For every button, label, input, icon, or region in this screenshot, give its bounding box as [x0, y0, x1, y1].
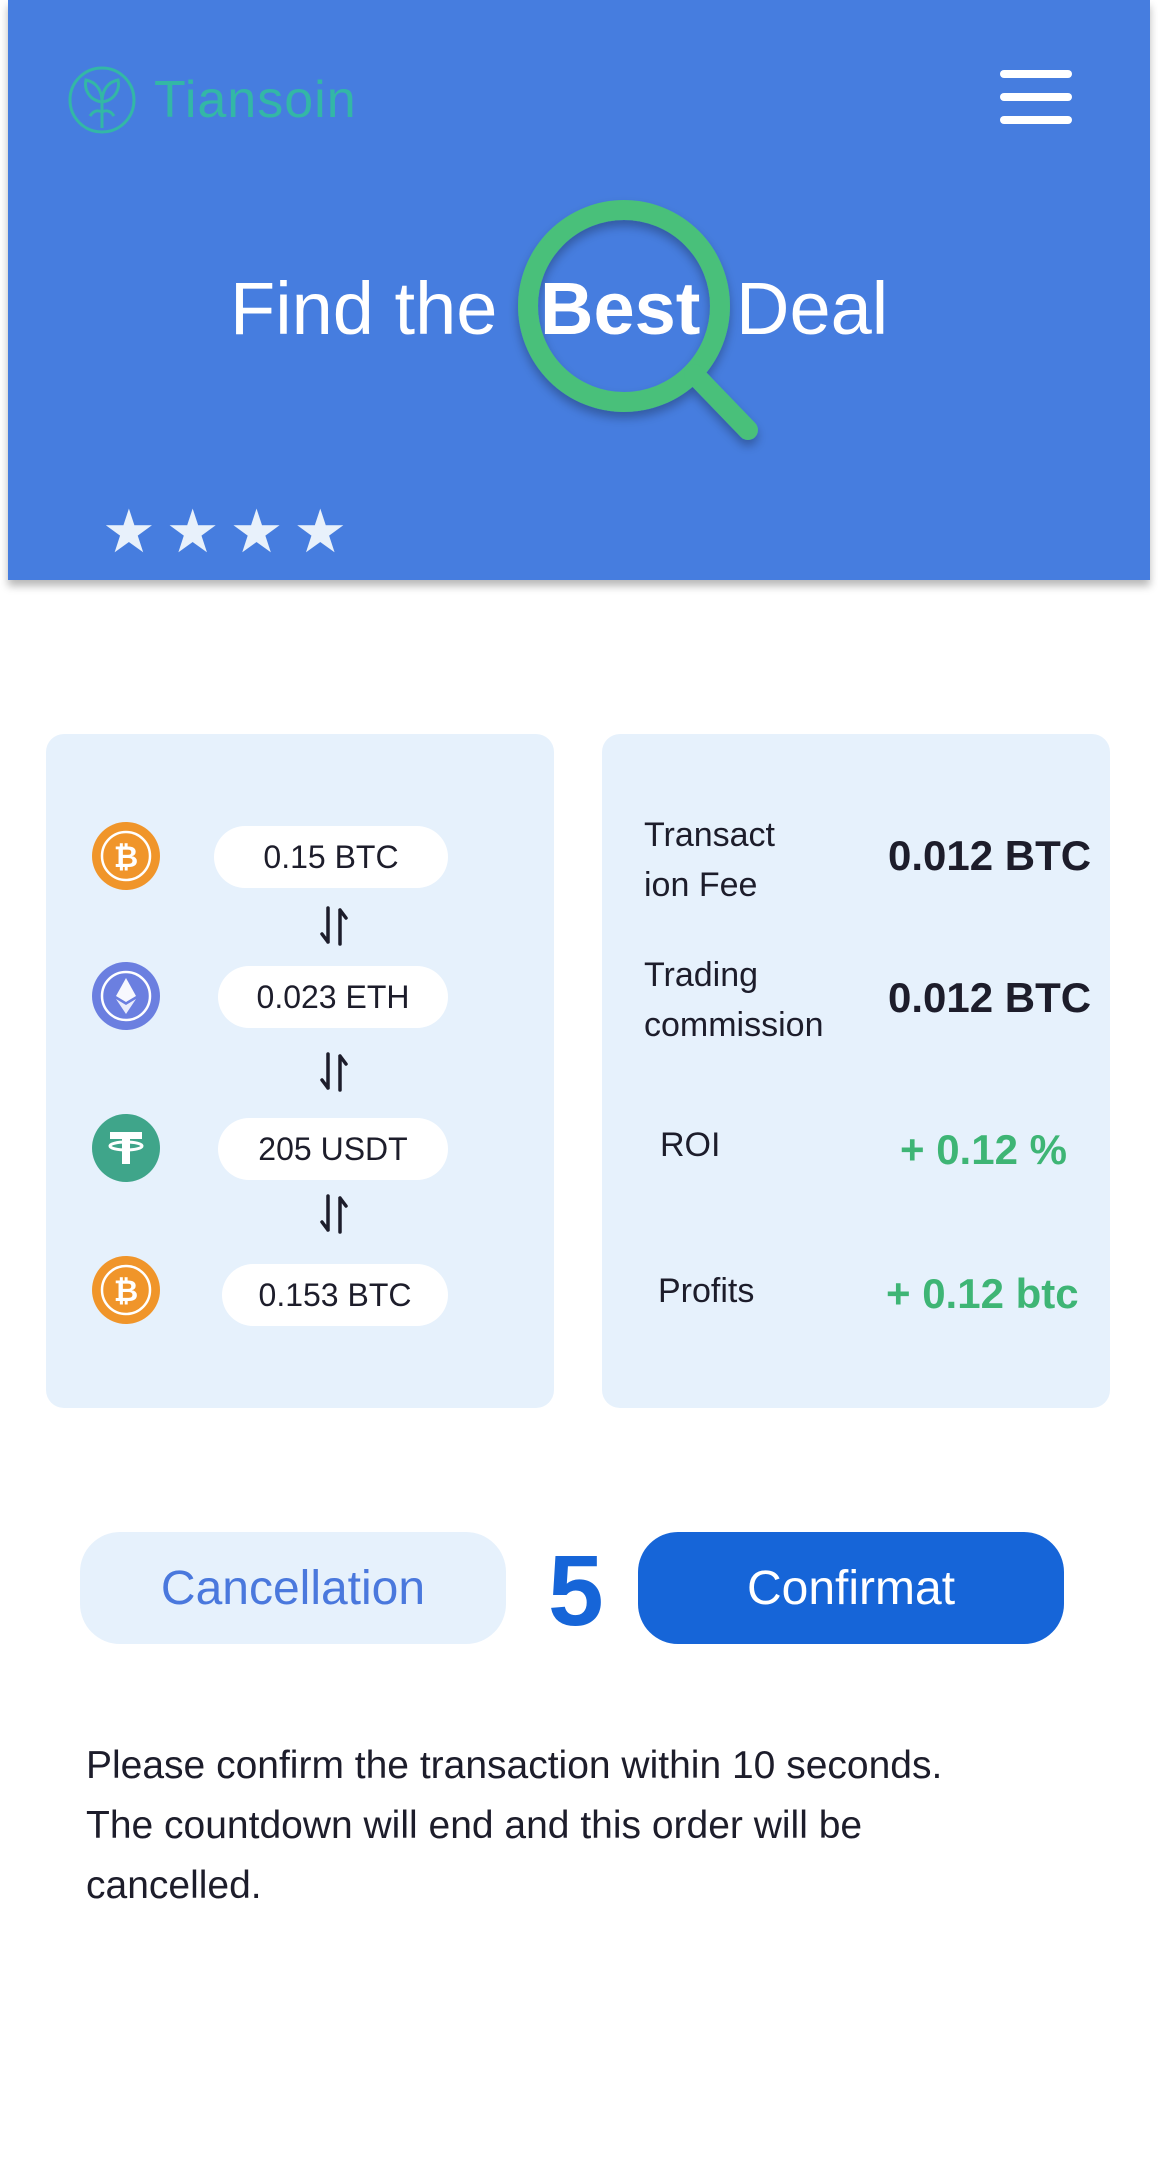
headline-part1: Find the	[230, 267, 498, 350]
profits-value: + 0.12 btc	[886, 1270, 1079, 1317]
route-amount: 0.153 BTC	[222, 1264, 448, 1326]
star-icon: ★	[293, 498, 348, 565]
roi-label: ROI	[660, 1126, 721, 1164]
route-amount: 0.023 ETH	[218, 966, 448, 1028]
star-icon: ★	[165, 498, 220, 565]
tether-icon	[92, 1114, 160, 1182]
trading-commission-label: Trading commission	[644, 956, 824, 1044]
svg-text:₿: ₿	[114, 1274, 138, 1309]
star-icon: ★	[102, 498, 156, 565]
confirmation-notice: Please confirm the transaction within 10…	[86, 1744, 943, 1907]
countdown-timer: 5	[548, 1535, 604, 1647]
swap-arrows-icon	[320, 1052, 348, 1092]
rating-stars: ★ ★ ★ ★	[102, 502, 347, 562]
cancel-button[interactable]: Cancellation	[80, 1532, 506, 1644]
headline-highlight: Best	[540, 267, 701, 350]
route-amount: 0.15 BTC	[214, 826, 448, 888]
transaction-fee-label: Transact ion Fee	[644, 816, 776, 904]
swap-arrows-icon	[320, 1194, 348, 1234]
bitcoin-icon: ₿	[92, 822, 160, 890]
bitcoin-icon: ₿	[92, 1256, 160, 1324]
route-amount: 205 USDT	[218, 1118, 448, 1180]
star-icon: ★	[229, 498, 284, 565]
profits-label: Profits	[658, 1272, 755, 1310]
transaction-fee-value: 0.012 BTC	[888, 832, 1092, 879]
ethereum-icon	[92, 962, 160, 1030]
conversion-route-panel: ₿ 0.15 BTC 0.023 ETH 205 USDT ₿ 0.153 BT…	[46, 734, 554, 1408]
svg-text:₿: ₿	[114, 840, 138, 875]
fee-summary-panel: Transact ion Fee 0.012 BTC Trading commi…	[602, 734, 1110, 1408]
roi-value: + 0.12 %	[900, 1126, 1067, 1173]
headline-part2: Deal	[736, 267, 889, 350]
swap-arrows-icon	[320, 906, 348, 946]
hero-banner: Tiansoin Find the Best Deal ★ ★ ★ ★	[8, 0, 1150, 580]
confirm-button[interactable]: Confirmat	[638, 1532, 1064, 1644]
headline: Find the Best Deal	[8, 0, 1150, 580]
trading-commission-value: 0.012 BTC	[888, 974, 1092, 1021]
